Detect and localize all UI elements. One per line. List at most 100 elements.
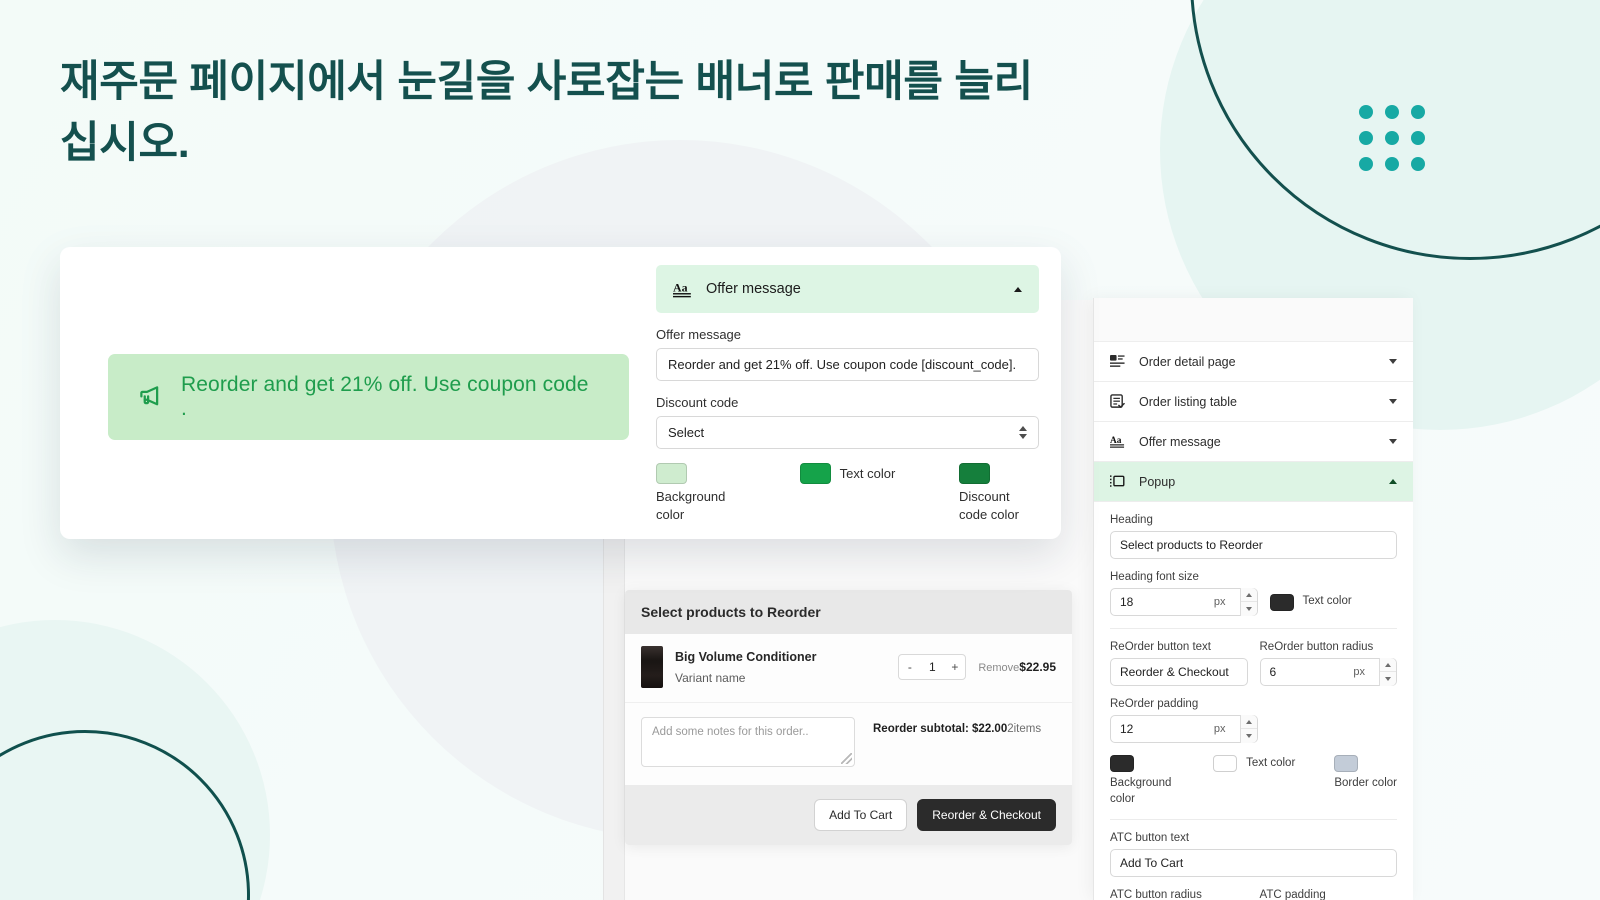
reorder-button-radius-label: ReOrder button radius xyxy=(1259,641,1374,653)
discount-code-selected-value: Select xyxy=(668,425,705,440)
offer-text-color-field[interactable]: Text color xyxy=(799,463,895,484)
reorder-padding-value: 12 xyxy=(1120,722,1134,736)
chevron-down-icon[interactable] xyxy=(1389,399,1397,404)
reorder-background-color-swatch[interactable] xyxy=(1110,755,1134,772)
reorder-button-text-label: ReOrder button text xyxy=(1110,641,1211,653)
offer-banner-preview: Reorder and get 21% off. Use coupon code… xyxy=(108,354,629,440)
atc-button-text-label: ATC button text xyxy=(1110,832,1190,845)
reorder-text-color-swatch[interactable] xyxy=(1213,755,1238,772)
popup-preview-card: Select products to Reorder Big Volume Co… xyxy=(625,590,1072,845)
offer-discount-code-color-swatch[interactable] xyxy=(958,463,990,484)
offer-message-input[interactable]: Reorder and get 21% off. Use coupon code… xyxy=(656,348,1039,381)
chevron-up-icon[interactable] xyxy=(1014,286,1022,292)
sidebar-item-label: Popup xyxy=(1139,474,1176,489)
reorder-subtotal-items: 2items xyxy=(1007,723,1042,735)
reorder-padding-input[interactable]: 12 px xyxy=(1110,715,1258,743)
add-to-cart-button[interactable]: Add To Cart xyxy=(814,799,908,831)
remove-link[interactable]: Remove xyxy=(978,662,1019,674)
offer-message-form: Aa Offer message Offer message Reorder a… xyxy=(656,265,1039,529)
settings-divider-1 xyxy=(1110,628,1397,629)
reorder-subtotal-label: Reorder subtotal: $22.00 xyxy=(873,723,1008,735)
sidebar-item-order-listing-table[interactable]: Order listing table xyxy=(1094,382,1413,422)
stepper-down-icon[interactable] xyxy=(1241,729,1257,743)
dot-grid-icon xyxy=(1359,105,1425,171)
heading-input[interactable]: Select products to Reorder xyxy=(1110,531,1397,559)
offer-discount-code-color-label: Discount code color xyxy=(958,489,1019,522)
chevron-down-icon[interactable] xyxy=(1389,359,1397,364)
reorder-button-radius-value: 6 xyxy=(1269,665,1277,679)
chevron-up-icon[interactable] xyxy=(1389,479,1397,484)
chevron-down-icon[interactable] xyxy=(1389,439,1397,444)
sidebar-item-label: Order listing table xyxy=(1139,394,1237,409)
quantity-stepper[interactable]: - 1 + xyxy=(898,654,967,680)
atc-bottom-labels-row: ATC button radius ATC padding xyxy=(1110,889,1397,900)
settings-panel: Order detail page Order listing table Aa… xyxy=(1093,298,1413,900)
stepper-down-icon[interactable] xyxy=(1241,602,1257,616)
reorder-text-color-field[interactable]: Text color xyxy=(1213,755,1295,772)
popup-product-row: Big Volume Conditioner Variant name - 1 … xyxy=(625,634,1072,703)
stepper-up-icon[interactable] xyxy=(1240,588,1257,602)
reorder-button-text-field: ReOrder button text Reorder & Checkout xyxy=(1110,641,1248,686)
offer-message-section-header[interactable]: Aa Offer message xyxy=(656,265,1039,313)
offer-message-field: Offer message Reorder and get 21% off. U… xyxy=(656,327,1039,381)
product-info: Big Volume Conditioner Variant name xyxy=(675,650,886,685)
reorder-border-color-field[interactable]: Border color xyxy=(1334,755,1397,792)
settings-panel-header xyxy=(1094,298,1413,342)
sidebar-item-popup[interactable]: Popup xyxy=(1094,462,1413,502)
popup-settings-body: Heading Select products to Reorder Headi… xyxy=(1094,502,1413,900)
heading-font-size-input[interactable]: 18 px xyxy=(1110,588,1258,616)
order-detail-icon xyxy=(1110,354,1125,369)
offer-background-color-field[interactable]: Background color xyxy=(656,463,736,523)
popup-preview-heading: Select products to Reorder xyxy=(625,590,1072,634)
reorder-padding-stepper[interactable] xyxy=(1239,715,1257,743)
quantity-increment-button[interactable]: + xyxy=(944,655,965,679)
product-variant: Variant name xyxy=(675,670,746,685)
heading-font-size-stepper[interactable] xyxy=(1239,588,1257,616)
reorder-button-radius-stepper[interactable] xyxy=(1379,658,1396,686)
heading-font-size-field: Heading font size 18 px Text color xyxy=(1110,571,1397,616)
reorder-subtotal: Reorder subtotal: $22.002items xyxy=(873,717,1041,735)
reorder-button-radius-input[interactable]: 6 px xyxy=(1259,658,1397,686)
atc-button-text-input[interactable]: Add To Cart xyxy=(1110,849,1397,878)
quantity-decrement-button[interactable]: - xyxy=(899,655,920,679)
offer-background-color-swatch[interactable] xyxy=(656,463,687,484)
typography-aa-icon: Aa xyxy=(1110,434,1125,449)
sidebar-item-label: Offer message xyxy=(1139,434,1221,449)
atc-button-radius-label: ATC button radius xyxy=(1110,889,1202,900)
sidebar-item-label: Order detail page xyxy=(1139,354,1236,369)
atc-button-text-field: ATC button text Add To Cart xyxy=(1110,832,1397,878)
stepper-up-icon[interactable] xyxy=(1240,715,1257,729)
popup-notes-area: Add some notes for this order.. Reorder … xyxy=(625,703,1072,785)
stepper-up-icon[interactable] xyxy=(1380,658,1396,672)
atc-padding-label: ATC padding xyxy=(1259,889,1326,900)
heading-font-size-value: 18 xyxy=(1120,595,1134,609)
offer-message-label: Offer message xyxy=(656,327,742,342)
heading-text-color-field[interactable]: Text color xyxy=(1269,588,1398,616)
product-title: Big Volume Conditioner xyxy=(675,649,817,664)
order-notes-input[interactable]: Add some notes for this order.. xyxy=(641,717,855,767)
reorder-checkout-button[interactable]: Reorder & Checkout xyxy=(917,799,1056,831)
reorder-padding-label: ReOrder padding xyxy=(1110,698,1199,710)
sidebar-item-offer-message[interactable]: Aa Offer message xyxy=(1094,422,1413,462)
heading-text-color-swatch[interactable] xyxy=(1269,593,1294,611)
reorder-padding-field: ReOrder padding 12 px xyxy=(1110,698,1397,743)
product-thumbnail xyxy=(641,646,663,688)
offer-color-swatches: Background color Text color Discount cod… xyxy=(656,463,1039,523)
popup-icon xyxy=(1110,474,1125,489)
settings-divider-2 xyxy=(1110,819,1397,821)
stepper-down-icon[interactable] xyxy=(1380,672,1396,686)
quantity-value[interactable]: 1 xyxy=(920,655,944,679)
heading-label: Heading xyxy=(1110,514,1153,526)
svg-text:Aa: Aa xyxy=(673,280,688,294)
reorder-border-color-swatch[interactable] xyxy=(1334,755,1359,772)
reorder-background-color-field[interactable]: Background color xyxy=(1110,755,1174,807)
sidebar-item-order-detail-page[interactable]: Order detail page xyxy=(1094,342,1413,382)
heading-text-color-label: Text color xyxy=(1302,595,1352,608)
reorder-button-text-input[interactable]: Reorder & Checkout xyxy=(1110,658,1248,686)
offer-background-color-label: Background color xyxy=(656,489,726,522)
discount-code-select[interactable]: Select xyxy=(656,416,1039,449)
offer-text-color-swatch[interactable] xyxy=(799,463,831,484)
offer-discount-code-color-field[interactable]: Discount code color xyxy=(958,463,1039,523)
reorder-button-radius-unit: px xyxy=(1353,666,1365,678)
reorder-text-color-label: Text color xyxy=(1246,756,1296,769)
